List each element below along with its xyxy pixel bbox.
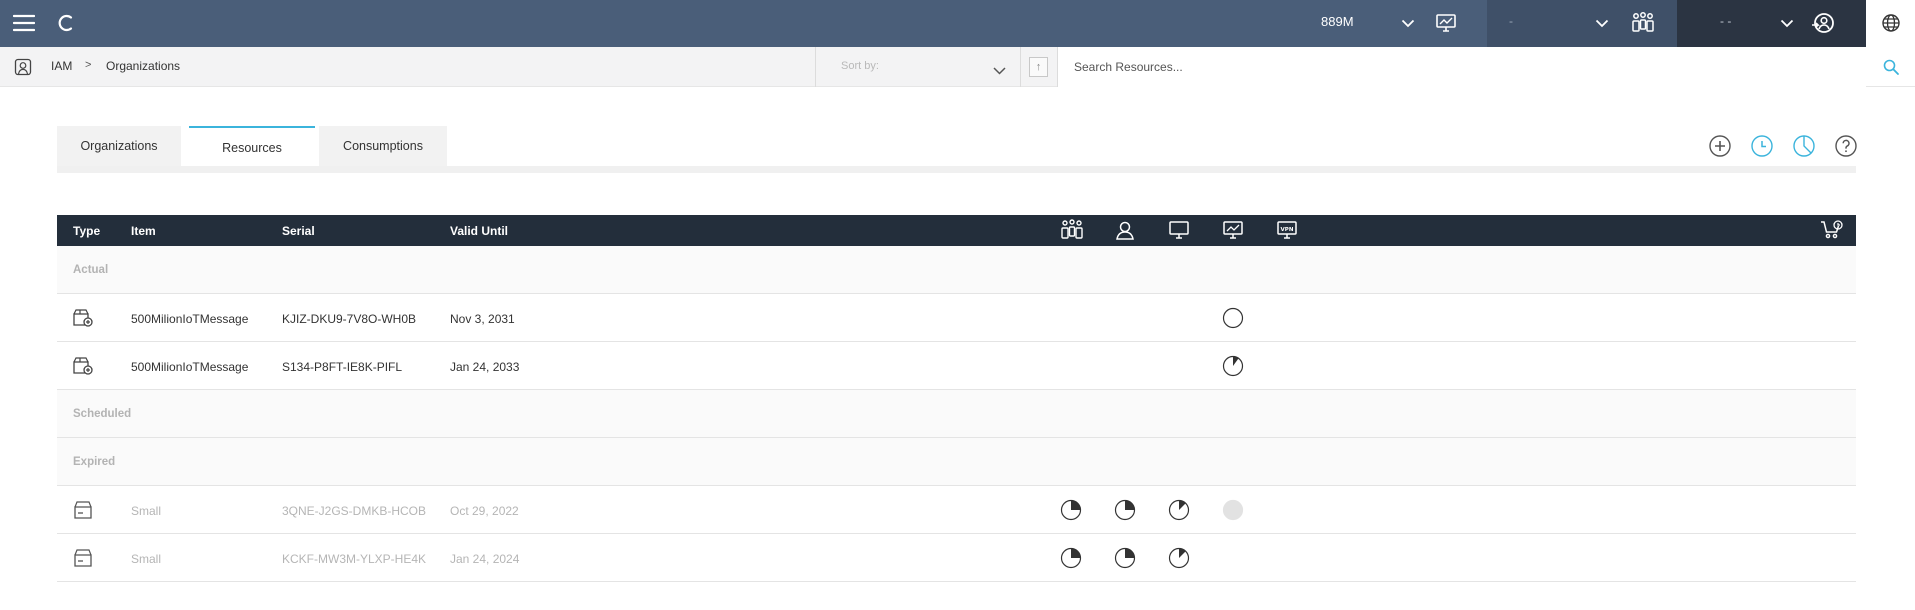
cell-serial: 3QNE-J2GS-DMKB-HCOB [282,504,427,518]
usage-pie-icon [1222,355,1244,377]
search-box [1057,47,1866,87]
cell-valid-until: Oct 29, 2022 [450,504,519,518]
table-row[interactable]: 500MilionIoTMessage KJIZ-DKU9-7V8O-WH0B … [57,294,1856,342]
search-icon [1883,59,1899,75]
cell-serial: KJIZ-DKU9-7V8O-WH0B [282,312,417,326]
user-icon [1114,219,1138,243]
sort-by-select[interactable]: Sort by: [815,47,1021,87]
cell-valid-until: Jan 24, 2024 [450,552,520,566]
search-button[interactable] [1866,47,1915,87]
user-account-icon[interactable] [1809,9,1837,37]
sort-dropdown-chevron-icon[interactable] [993,62,1006,80]
cell-item: 500MilionIoTMessage [131,312,249,326]
column-item[interactable]: Item [131,224,156,238]
group-actual-label: Actual [73,264,109,276]
user-selector-area [1677,0,1866,47]
column-valid-until[interactable]: Valid Until [450,224,508,238]
usage-pie-icon [1168,499,1190,521]
app-logo-icon[interactable] [54,11,78,35]
group-expired: Expired [57,438,1856,486]
resource-box-icon [72,500,94,520]
search-input[interactable] [1058,47,1866,87]
group-scheduled: Scheduled [57,390,1856,438]
cart-icon[interactable] [1820,219,1844,243]
column-type[interactable]: Type [73,224,100,238]
sort-direction-arrow-icon: ↑ [1035,61,1042,73]
sort-direction-button[interactable]: ↑ [1029,57,1048,77]
hamburger-menu-icon[interactable] [12,11,36,35]
usage-pie-disabled-icon [1222,499,1244,521]
devices-icon[interactable] [1630,10,1656,36]
table-row[interactable]: 500MilionIoTMessage S134-P8FT-IE8K-PIFL … [57,342,1856,390]
breadcrumb-separator: > [85,59,92,71]
group-expired-label: Expired [73,456,116,468]
language-globe-icon[interactable] [1878,10,1904,36]
user-selector-value[interactable]: - - [1720,14,1731,28]
iam-user-icon[interactable] [13,57,33,77]
sort-by-placeholder: Sort by: [841,60,879,72]
usage-pie-icon [1114,547,1136,569]
tab-underline [57,166,1856,173]
tab-resources[interactable]: Resources [189,126,315,167]
usage-pie-icon [1114,499,1136,521]
cell-valid-until: Nov 3, 2031 [450,312,515,326]
clock-icon[interactable] [1750,134,1774,158]
table-row[interactable]: Small KCKF-MW3M-YLXP-HE4K Jan 24, 2024 [57,534,1856,582]
organization-dropdown-chevron-icon[interactable] [1592,13,1612,33]
organization-selector-value[interactable]: - [1509,14,1513,28]
usage-dropdown-chevron-icon[interactable] [1398,13,1418,33]
table-header: Type Item Serial Valid Until VPN [57,215,1856,246]
cell-item: 500MilionIoTMessage [131,360,249,374]
cell-item: Small [131,504,162,518]
cell-valid-until: Jan 24, 2033 [450,360,520,374]
monitor-chart-icon[interactable] [1433,10,1459,36]
tab-organizations[interactable]: Organizations [57,126,181,166]
user-dropdown-chevron-icon[interactable] [1777,13,1797,33]
breadcrumb-iam[interactable]: IAM [51,59,72,73]
help-icon[interactable] [1834,134,1858,158]
resource-box-icon [72,548,94,568]
tab-resources-label: Resources [222,140,282,155]
table-row[interactable]: Small 3QNE-J2GS-DMKB-HCOB Oct 29, 2022 [57,486,1856,534]
usage-pie-icon [1060,499,1082,521]
tab-consumptions[interactable]: Consumptions [319,126,447,166]
column-serial[interactable]: Serial [282,224,315,238]
cell-serial: KCKF-MW3M-YLXP-HE4K [282,552,427,566]
breadcrumb-organizations[interactable]: Organizations [106,59,180,73]
usage-pie-icon [1060,547,1082,569]
svg-text:VPN: VPN [1281,227,1294,233]
usage-pie-icon [1168,547,1190,569]
tab-organizations-label: Organizations [80,139,158,153]
resource-package-icon [72,356,94,376]
monitor-chart-icon [1222,219,1246,243]
cell-item: Small [131,552,162,566]
add-icon[interactable] [1708,134,1732,158]
cell-serial: S134-P8FT-IE8K-PIFL [282,360,403,374]
group-scheduled-label: Scheduled [73,408,132,420]
group-actual: Actual [57,246,1856,294]
toolbar: IAM > Organizations Sort by: ↑ [0,47,1915,87]
vpn-icon: VPN [1276,219,1300,243]
top-bar: 889M - - - [0,0,1915,47]
usage-pie-empty-icon [1222,307,1244,329]
devices-icon [1060,219,1084,243]
resource-package-icon [72,308,94,328]
tab-consumptions-label: Consumptions [343,139,423,153]
desktop-icon [1168,219,1192,243]
pie-chart-icon[interactable] [1792,134,1816,158]
usage-value: 889M [1321,14,1354,29]
